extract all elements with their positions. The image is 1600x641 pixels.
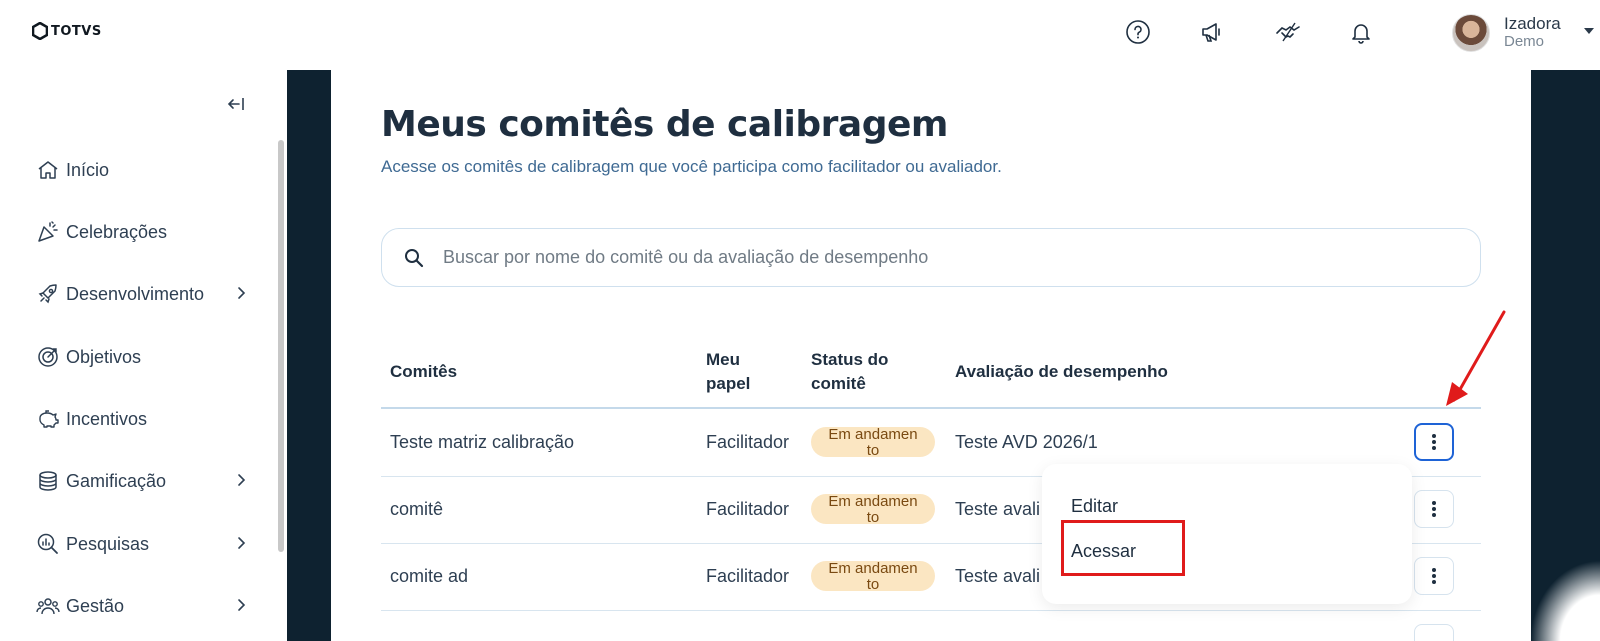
more-vertical-icon (1432, 568, 1436, 584)
status-badge: Em andamento (811, 494, 935, 524)
column-header-status-line1: Status do (811, 350, 889, 369)
home-icon (38, 161, 58, 179)
table-header-divider (381, 407, 1481, 409)
sidebar-item-label: Objetivos (66, 346, 142, 367)
column-header-evaluation[interactable]: Avaliação de desempenho (955, 360, 1168, 384)
table-cell-evaluation: Teste avali (955, 499, 1041, 519)
rocket-icon (38, 284, 57, 304)
chevron-right-icon (238, 599, 246, 611)
status-badge-label: Em andamento (828, 427, 918, 457)
sidebar-item-celebracoes[interactable]: Celebrações (36, 214, 256, 250)
column-header-committees[interactable]: Comitês (390, 360, 457, 384)
target-icon (38, 347, 58, 367)
status-badge-label: Em andamento (828, 561, 918, 591)
status-badge-label: Em andamento (828, 494, 918, 524)
sidebar-item-gamificacao[interactable]: Gamificação (36, 463, 256, 499)
sidebar-item-objetivos[interactable]: Objetivos (36, 339, 256, 375)
collapse-sidebar-icon[interactable] (226, 94, 246, 114)
totvs-logo-icon (32, 22, 48, 40)
table-cell-evaluation: Teste avali (955, 566, 1041, 586)
bell-icon[interactable] (1346, 17, 1376, 47)
table-cell-committee: comite ad (390, 566, 469, 586)
team-icon (36, 598, 60, 615)
row-actions-button[interactable] (1414, 557, 1454, 595)
coins-icon (39, 471, 57, 491)
page-title: Meus comitês de calibragem (381, 104, 948, 145)
table-cell-role: Facilitador (706, 566, 790, 586)
column-header-status-line2: comitê (811, 374, 866, 393)
row-actions-button[interactable] (1414, 490, 1454, 528)
search-input[interactable] (443, 247, 1423, 268)
table-cell-committee: comitê (390, 499, 444, 519)
avatar (1452, 14, 1490, 52)
table-cell-committee: Teste matriz calibração (390, 432, 575, 452)
more-vertical-icon (1432, 434, 1436, 450)
sidebar-item-label: Início (66, 159, 110, 180)
row-divider (381, 610, 1481, 611)
handshake-icon[interactable] (1273, 17, 1303, 47)
piggy-bank-icon (39, 410, 59, 428)
chevron-right-icon (238, 537, 246, 549)
more-vertical-icon (1432, 501, 1436, 517)
sidebar-item-desenvolvimento[interactable]: Desenvolvimento (36, 276, 256, 312)
sidebar-item-pesquisas[interactable]: Pesquisas (36, 526, 256, 562)
party-icon (38, 221, 58, 242)
corner-shadow (1530, 560, 1600, 641)
column-header-role-line2: papel (706, 374, 751, 393)
logo-text: TOTVS (51, 23, 102, 39)
sidebar-item-label: Gamificação (66, 470, 167, 491)
menu-item-editar[interactable]: Editar (1071, 496, 1118, 517)
megaphone-icon[interactable] (1197, 17, 1227, 47)
top-bar: TOTVS Izadora Demo (0, 0, 1600, 70)
column-header-role[interactable]: Meu papel (706, 348, 750, 396)
sidebar-item-inicio[interactable]: Início (36, 152, 256, 188)
sidebar-item-label: Gestão (66, 595, 125, 616)
sidebar-item-gestao[interactable]: Gestão (36, 588, 256, 624)
chevron-right-icon (238, 474, 246, 486)
status-badge: Em andamento (811, 561, 935, 591)
table-cell-role: Facilitador (706, 499, 790, 519)
search-bar[interactable] (381, 228, 1481, 287)
column-header-status[interactable]: Status do comitê (811, 348, 888, 396)
sidebar-item-label: Desenvolvimento (66, 283, 205, 304)
row-actions-button[interactable] (1414, 624, 1454, 641)
sidebar-item-label: Celebrações (66, 221, 168, 242)
user-role: Demo (1504, 33, 1545, 50)
totvs-logo[interactable]: TOTVS (32, 22, 102, 40)
page-subtitle: Acesse os comitês de calibragem que você… (381, 157, 1002, 176)
chevron-right-icon (238, 287, 246, 299)
sidebar-scrollbar[interactable] (278, 140, 284, 552)
caret-down-icon (1584, 28, 1594, 34)
status-badge: Em andamento (811, 427, 935, 457)
user-menu[interactable]: Izadora Demo (1452, 14, 1594, 52)
search-icon (405, 248, 424, 267)
annotation-arrow-icon (1446, 310, 1506, 406)
table-cell-role: Facilitador (706, 432, 790, 452)
sidebar-item-label: Incentivos (66, 408, 148, 429)
sidebar-item-label: Pesquisas (66, 533, 150, 554)
sidebar-item-incentivos[interactable]: Incentivos (36, 401, 256, 437)
help-icon[interactable] (1123, 17, 1153, 47)
user-name: Izadora (1504, 14, 1561, 33)
search-chart-icon (37, 533, 58, 554)
highlight-box (1061, 520, 1185, 576)
table-cell-evaluation: Teste AVD 2026/1 (955, 432, 1098, 452)
column-header-role-line1: Meu (706, 350, 740, 369)
row-actions-button[interactable] (1414, 423, 1454, 461)
sidebar: Início Celebrações Desenvolvimento Objet… (0, 70, 280, 641)
